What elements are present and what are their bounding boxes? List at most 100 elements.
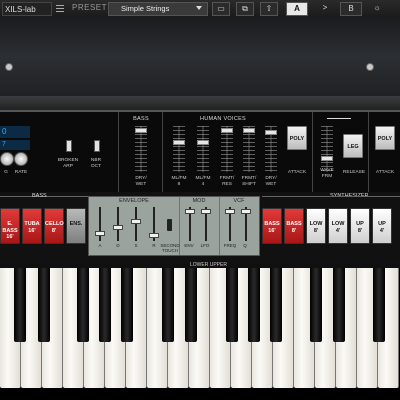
- poly-button-2[interactable]: POLY: [375, 126, 395, 150]
- second-touch-switch[interactable]: [167, 219, 172, 231]
- preset-label: PRESET: [72, 3, 108, 12]
- preset-selector[interactable]: Simple Strings: [108, 2, 208, 16]
- vcf-freq-fader[interactable]: [225, 207, 235, 241]
- instrument-name: XILS-lab: [2, 2, 52, 16]
- vcf-q-label: Q: [243, 243, 247, 248]
- attack-label-2: ATTACK: [375, 170, 395, 175]
- env-a-fader[interactable]: [95, 207, 105, 241]
- tab-low-4[interactable]: LOW 4': [328, 208, 348, 244]
- g-knob[interactable]: [0, 152, 14, 166]
- env-d-label: D: [116, 243, 120, 248]
- fader-label: ML/FM 4: [195, 176, 211, 187]
- human-voices-title: HUMAN VOICES: [199, 116, 247, 122]
- tab-tuba-16[interactable]: TUBA 16': [22, 208, 42, 244]
- mod-lfo-label: LFO: [200, 243, 210, 248]
- b-button[interactable]: B: [340, 2, 362, 16]
- leg-button[interactable]: LEG: [343, 134, 363, 158]
- nbr-oct-toggle[interactable]: [94, 140, 100, 152]
- env-r-fader[interactable]: [149, 207, 159, 241]
- g-label: G: [4, 170, 8, 175]
- black-key[interactable]: [121, 268, 133, 342]
- wave-frm-label: WAVE FRM: [320, 168, 334, 179]
- black-key[interactable]: [162, 268, 174, 342]
- black-key[interactable]: [38, 268, 50, 342]
- envelope-title: ENVELOPE: [119, 198, 149, 204]
- idea-icon[interactable]: ☼: [368, 2, 386, 16]
- black-key[interactable]: [373, 268, 385, 342]
- readout-b: 7: [0, 140, 30, 150]
- shift-icon[interactable]: ⇧: [260, 2, 278, 16]
- second-touch-label: SECOND TOUCH: [160, 243, 180, 253]
- broken-arp-toggle[interactable]: [66, 140, 72, 152]
- poly-button[interactable]: POLY: [287, 126, 307, 150]
- double-arrow-icon: [327, 118, 351, 119]
- vcf-freq-label: FREQ: [223, 243, 237, 248]
- vcf-q-fader[interactable]: [241, 207, 251, 241]
- tab-bass-16[interactable]: BASS 16': [262, 208, 282, 244]
- tab-up-4[interactable]: UP 4': [372, 208, 392, 244]
- envelope-section: ENVELOPE A D S R SECOND TOUCH: [89, 197, 180, 255]
- fader-label: FRMT/ RES: [219, 176, 235, 187]
- human-voices-section: HUMAN VOICES ML/FM 8 ML/FM 4 FRMT/ RES F…: [162, 112, 313, 194]
- env-a-label: A: [98, 243, 102, 248]
- chevron-down-icon[interactable]: [196, 6, 202, 10]
- voices-dry-wet-fader[interactable]: [265, 126, 277, 172]
- bass-strip-title: BASS: [32, 193, 47, 199]
- ml-fm-8-fader[interactable]: [173, 126, 185, 172]
- black-key[interactable]: [333, 268, 345, 342]
- arrow-icon[interactable]: >: [316, 2, 334, 16]
- black-key[interactable]: [248, 268, 260, 342]
- copy-icon[interactable]: ⧉: [236, 2, 254, 16]
- tab-ens[interactable]: ENS.: [66, 208, 86, 244]
- tab-e-bass-16[interactable]: E. BASS 16': [0, 208, 20, 244]
- black-key[interactable]: [270, 268, 282, 342]
- right-section: POLY ATTACK: [368, 112, 400, 194]
- mod-lfo-fader[interactable]: [201, 207, 211, 241]
- env-s-fader[interactable]: [131, 207, 141, 241]
- nbr-oct-label: NBR OCT: [90, 158, 102, 169]
- vcf-section: VCF FREQ Q: [219, 197, 259, 255]
- frmt-shift-fader[interactable]: [243, 126, 255, 172]
- readout-a: 0: [0, 126, 30, 138]
- black-key[interactable]: [185, 268, 197, 342]
- save-icon[interactable]: ▭: [212, 2, 230, 16]
- fader-label: DRY/ WET: [265, 176, 277, 187]
- control-panel: 0 7 G RATE BROKEN ARP NBR OCT BASS DRY/ …: [0, 110, 400, 194]
- env-s-label: S: [134, 243, 138, 248]
- bass-dry-wet-label: DRY/ WET: [135, 176, 147, 187]
- arp-section: 0 7 G RATE BROKEN ARP NBR OCT: [0, 112, 118, 194]
- attack-label: ATTACK: [287, 170, 307, 175]
- instrument-lid: [0, 18, 400, 96]
- bass-title: BASS: [133, 116, 149, 122]
- black-key[interactable]: [77, 268, 89, 342]
- keyboard: [0, 268, 400, 400]
- tab-up-8[interactable]: UP 8': [350, 208, 370, 244]
- a-button[interactable]: A: [286, 2, 308, 16]
- tab-bass-8[interactable]: BASS 8': [284, 208, 304, 244]
- rate-knob[interactable]: [14, 152, 28, 166]
- top-toolbar: XILS-lab PRESET Simple Strings ▭ ⧉ ⇧ A >…: [0, 0, 400, 19]
- bass-section: BASS DRY/ WET: [118, 112, 163, 194]
- lid-edge: [0, 96, 400, 110]
- frmt-res-fader[interactable]: [221, 126, 233, 172]
- tab-cello-8[interactable]: CELLO 8': [44, 208, 64, 244]
- black-key[interactable]: [226, 268, 238, 342]
- black-key[interactable]: [99, 268, 111, 342]
- mod-env-label: ENV: [184, 243, 194, 248]
- bass-dry-wet-fader[interactable]: [135, 126, 147, 172]
- mod-env-fader[interactable]: [185, 207, 195, 241]
- black-key[interactable]: [14, 268, 26, 342]
- black-key[interactable]: [310, 268, 322, 342]
- env-d-fader[interactable]: [113, 207, 123, 241]
- envelope-mod-vcf-panel: ENVELOPE A D S R SECOND TOUCH MOD ENV LF…: [88, 196, 260, 256]
- vcf-title: VCF: [233, 198, 245, 204]
- menu-icon[interactable]: [56, 4, 64, 14]
- wave-frm-fader[interactable]: [321, 126, 333, 172]
- fader-label: FRMT/ SHIFT: [241, 176, 257, 187]
- broken-arp-label: BROKEN ARP: [57, 158, 79, 169]
- tab-low-8[interactable]: LOW 8': [306, 208, 326, 244]
- screw-icon: [366, 63, 374, 71]
- strings-section: LEG WAVE FRM RELEASE: [312, 112, 369, 194]
- ml-fm-4-fader[interactable]: [197, 126, 209, 172]
- screw-icon: [5, 63, 13, 71]
